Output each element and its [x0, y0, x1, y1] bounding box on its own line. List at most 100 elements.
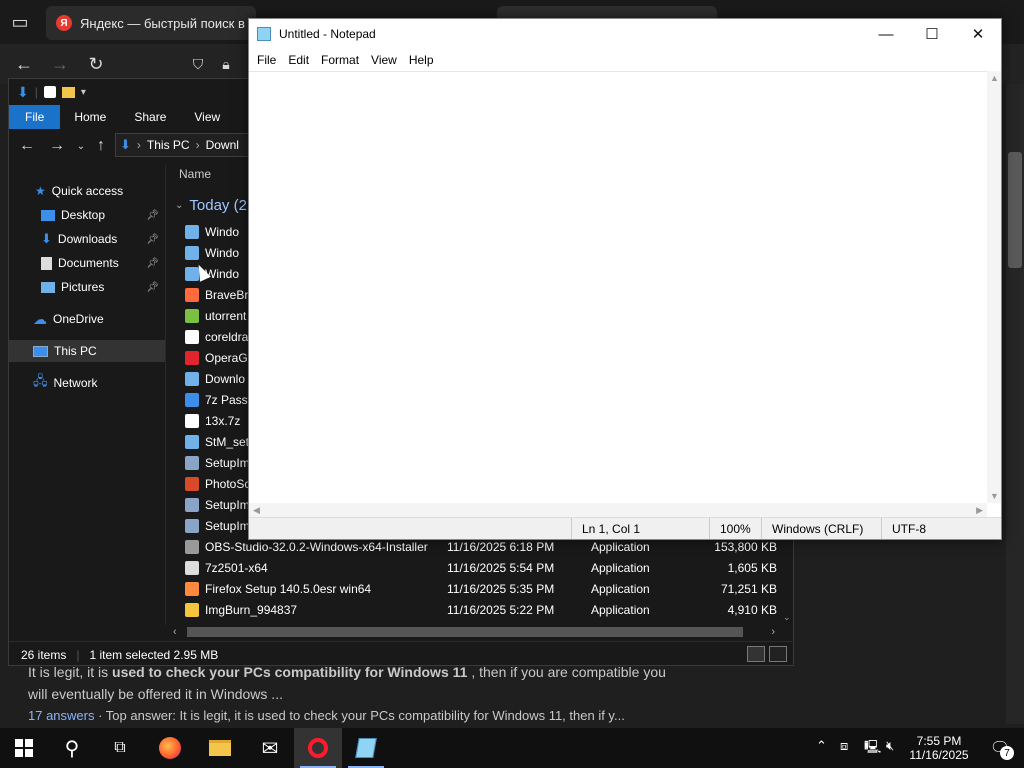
file-name: SetupIm	[205, 455, 250, 470]
scroll-down-icon[interactable]: ▼	[990, 491, 999, 501]
up-icon[interactable]: ↑	[87, 132, 115, 160]
properties-icon[interactable]	[43, 86, 56, 98]
status-zoom: 100%	[709, 518, 761, 539]
file-name: utorrent	[205, 308, 247, 323]
browser-scroll-thumb[interactable]	[1008, 152, 1022, 268]
file-type: Application	[591, 560, 650, 575]
menu-file[interactable]: File	[251, 53, 282, 67]
volume-muted-icon[interactable]: 🔇︎	[886, 738, 894, 754]
ribbon-tab-file[interactable]: File	[9, 105, 61, 129]
answer-text-line-2: will eventually be offered it in Windows…	[28, 686, 283, 702]
pin-icon: 📌︎	[146, 209, 159, 221]
large-icons-view-icon[interactable]	[769, 646, 787, 662]
taskbar-firefox[interactable]	[146, 728, 194, 768]
close-icon[interactable]: ✕	[955, 19, 1001, 49]
action-center-button[interactable]: 🗨︎ 7	[976, 728, 1024, 768]
ribbon-tab-home[interactable]: Home	[60, 105, 120, 129]
menu-help[interactable]: Help	[403, 53, 440, 67]
notepad-text-area[interactable]	[249, 71, 987, 503]
start-button[interactable]	[0, 728, 48, 768]
scroll-left-icon[interactable]: ‹	[173, 626, 177, 638]
file-type-icon	[185, 308, 199, 323]
file-type-icon	[185, 245, 199, 260]
scroll-left-icon[interactable]: ◀	[253, 505, 260, 516]
back-icon[interactable]: ←	[10, 50, 38, 78]
scroll-right-icon[interactable]: ▶	[976, 505, 983, 516]
ribbon-tab-view[interactable]: View	[180, 105, 234, 129]
breadcrumb-this-pc[interactable]: This PC	[147, 138, 190, 152]
nav-desktop[interactable]: Desktop 📌︎	[9, 204, 165, 226]
shield-icon[interactable]: ⛉	[184, 50, 212, 78]
tab-overview-icon[interactable]: ▭	[6, 8, 34, 36]
scroll-right-icon[interactable]: ›	[771, 626, 775, 638]
breadcrumb-downloads[interactable]: Downl	[206, 138, 239, 152]
notepad-hscroll[interactable]: ◀ ▶	[249, 503, 987, 517]
file-row[interactable]: Firefox Setup 140.5.0esr win64 11/16/2025…	[185, 578, 785, 599]
lock-icon[interactable]: 🔒︎	[212, 50, 240, 78]
taskbar-notepad[interactable]	[342, 728, 390, 768]
nav-label: Downloads	[57, 232, 118, 246]
file-type: Application	[591, 539, 650, 554]
breadcrumb-sep-icon: ›	[136, 138, 141, 152]
notepad-icon	[257, 27, 271, 41]
group-header-today[interactable]: ⌄ Today (2	[175, 197, 247, 214]
nav-onedrive[interactable]: ☁ OneDrive	[9, 308, 165, 330]
pin-icon: 📌︎	[146, 233, 159, 245]
ribbon-tab-share[interactable]: Share	[120, 105, 180, 129]
status-selection: 1 item selected 2.95 MB	[89, 647, 219, 662]
back-icon[interactable]: ←	[13, 132, 41, 160]
customize-toolbar-icon[interactable]: ▾	[81, 87, 86, 98]
file-type: Application	[591, 602, 650, 617]
scroll-up-icon[interactable]: ▲	[990, 73, 999, 83]
scroll-down-icon[interactable]: ⌄	[783, 612, 791, 623]
file-type-icon	[185, 350, 199, 365]
taskbar-opera[interactable]	[294, 728, 342, 768]
browser-tab-yandex[interactable]: Я Яндекс — быстрый поиск в ин	[46, 6, 256, 40]
forward-icon[interactable]: →	[46, 50, 74, 78]
nav-pictures[interactable]: Pictures 📌︎	[9, 276, 165, 298]
file-row[interactable]: ImgBurn_994837 11/16/2025 5:22 PM Applicat…	[185, 599, 785, 620]
taskbar-mail[interactable]: ✉	[246, 728, 294, 768]
nav-quick-access[interactable]: ★ Quick access	[9, 180, 165, 202]
task-view-button[interactable]: ⧉	[96, 728, 144, 768]
answers-link[interactable]: 17 answers	[28, 708, 94, 723]
notepad-window: Untitled - Notepad — ☐ ✕ File Edit Forma…	[248, 18, 1002, 540]
menu-edit[interactable]: Edit	[282, 53, 315, 67]
pane-divider[interactable]	[165, 165, 166, 625]
folder-icon	[209, 740, 231, 756]
status-spacer	[249, 518, 571, 539]
meet-now-icon[interactable]: ⧈	[840, 738, 848, 754]
hscroll-thumb[interactable]	[187, 627, 743, 637]
file-row[interactable]: 7z2501-x64 11/16/2025 5:54 PM Application 1…	[185, 557, 785, 578]
details-view-icon[interactable]	[747, 646, 765, 662]
search-icon: ⚲	[64, 737, 80, 760]
notepad-vscroll[interactable]: ▲ ▼	[987, 71, 1001, 503]
taskbar-file-explorer[interactable]	[196, 728, 244, 768]
menu-view[interactable]: View	[365, 53, 403, 67]
file-name: PhotoSc	[205, 476, 251, 491]
network-tray-icon[interactable]: 🖳︎	[864, 738, 881, 760]
nav-downloads[interactable]: ⬇ Downloads 📌︎	[9, 228, 165, 250]
show-hidden-icons-icon[interactable]: ⌃	[816, 738, 827, 754]
file-date: 11/16/2025 5:35 PM	[447, 581, 555, 596]
nav-documents[interactable]: Documents 📌︎	[9, 252, 165, 274]
nav-network[interactable]: 🖧︎ Network	[9, 372, 165, 394]
star-icon: ★	[35, 184, 46, 198]
nav-label: Network	[53, 376, 98, 390]
download-arrow-icon[interactable]: ⬇	[17, 84, 29, 101]
search-button[interactable]: ⚲	[48, 728, 96, 768]
maximize-icon[interactable]: ☐	[909, 19, 955, 49]
address-bar[interactable]: ⬇ › This PC › Downl	[115, 133, 265, 157]
reload-icon[interactable]: ↻	[82, 50, 110, 78]
file-name: Windo	[205, 266, 240, 281]
menu-format[interactable]: Format	[315, 53, 365, 67]
file-name: 7z2501-x64	[205, 560, 268, 575]
file-date: 11/16/2025 5:22 PM	[447, 602, 555, 617]
nav-label: Documents	[58, 256, 119, 270]
taskbar-clock[interactable]: 7:55 PM 11/16/2025	[902, 730, 976, 766]
nav-this-pc[interactable]: This PC	[9, 340, 165, 362]
file-type-icon	[185, 329, 199, 344]
file-type-icon	[185, 539, 199, 554]
new-folder-icon[interactable]	[61, 86, 75, 98]
minimize-icon[interactable]: —	[863, 19, 909, 49]
